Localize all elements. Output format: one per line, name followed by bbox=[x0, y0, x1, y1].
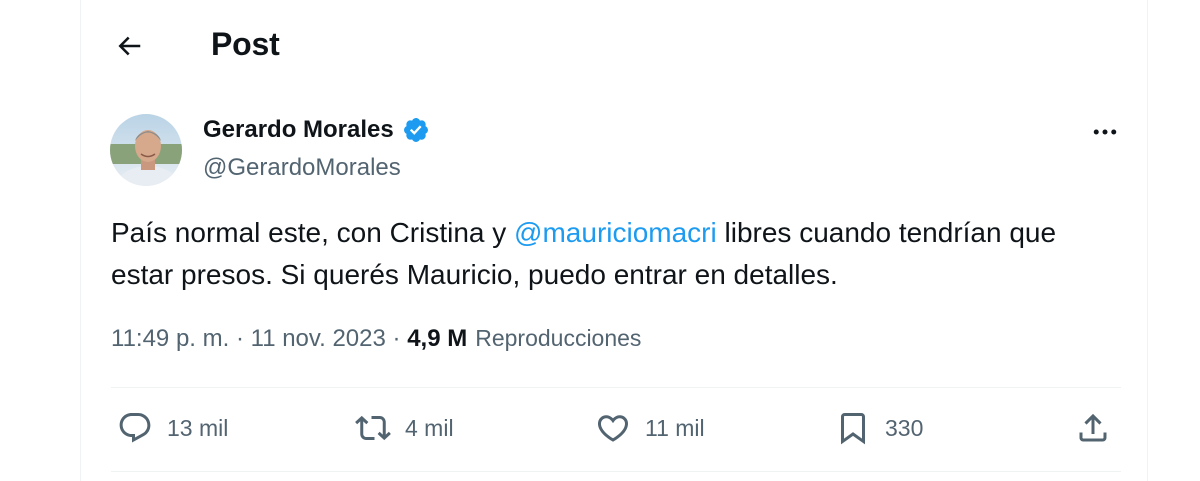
more-options-button[interactable] bbox=[1085, 112, 1125, 152]
arrow-left-icon bbox=[118, 36, 141, 56]
bookmark-button[interactable]: 330 bbox=[835, 410, 923, 446]
views-count: 4,9 M bbox=[407, 325, 468, 352]
views-label: Reproducciones bbox=[475, 325, 642, 351]
share-icon bbox=[1079, 413, 1107, 442]
reply-count: 13 mil bbox=[167, 414, 229, 441]
page-title: Post bbox=[211, 26, 280, 62]
post-meta: 11:49 p. m. · 11 nov. 2023 · 4,9 M Repro… bbox=[111, 325, 641, 353]
post-text: País normal este, con Cristina y @mauric… bbox=[111, 212, 1121, 296]
post-detail-panel: Post Gerardo Morales @GerardoMorales Paí… bbox=[80, 0, 1148, 481]
divider bbox=[111, 471, 1121, 472]
post-date[interactable]: 11 nov. 2023 bbox=[251, 325, 386, 353]
share-button[interactable] bbox=[1075, 410, 1111, 446]
mention-link[interactable]: @mauriciomacri bbox=[514, 217, 717, 248]
repost-button[interactable]: 4 mil bbox=[355, 410, 454, 446]
back-button[interactable] bbox=[105, 22, 153, 70]
author-handle[interactable]: @GerardoMorales bbox=[203, 154, 401, 182]
post-header: Post bbox=[81, 0, 1147, 92]
heart-icon bbox=[597, 415, 629, 442]
bookmark-count: 330 bbox=[885, 414, 924, 441]
avatar[interactable] bbox=[110, 114, 182, 186]
divider bbox=[111, 387, 1121, 388]
meta-separator: · bbox=[229, 325, 251, 352]
verified-badge-icon bbox=[403, 118, 428, 142]
reply-icon bbox=[119, 413, 151, 443]
author-name[interactable]: Gerardo Morales bbox=[203, 116, 430, 144]
like-button[interactable]: 11 mil bbox=[595, 410, 705, 446]
bookmark-icon bbox=[841, 413, 865, 445]
author-name-text: Gerardo Morales bbox=[203, 116, 394, 143]
meta-separator: · bbox=[385, 325, 408, 352]
profile-photo bbox=[110, 114, 182, 186]
post-text-start: País normal este, con Cristina y bbox=[111, 217, 515, 248]
like-count: 11 mil bbox=[645, 414, 705, 441]
repost-icon bbox=[355, 415, 391, 441]
repost-count: 4 mil bbox=[405, 414, 454, 441]
reply-button[interactable]: 13 mil bbox=[117, 410, 228, 446]
more-dots-icon bbox=[1093, 129, 1117, 135]
post-time[interactable]: 11:49 p. m. bbox=[111, 325, 229, 353]
